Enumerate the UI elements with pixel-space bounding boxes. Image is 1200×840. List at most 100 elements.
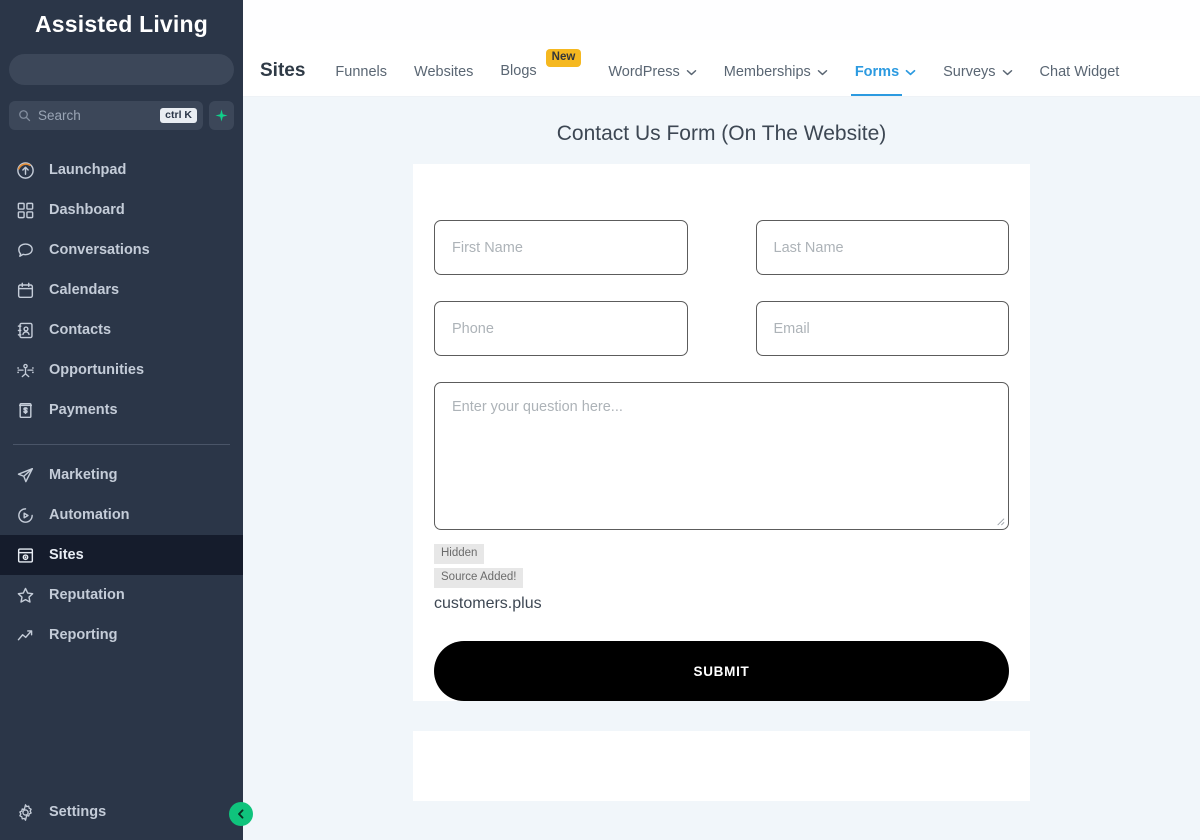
sidebar-search-row: Search ctrl K bbox=[9, 101, 234, 131]
sidebar-item-label: Reporting bbox=[49, 627, 118, 644]
form-row-name: First Name Last Name bbox=[434, 220, 1009, 275]
reporting-icon bbox=[17, 629, 33, 640]
form-panel-secondary bbox=[413, 731, 1030, 802]
search-input[interactable]: Search ctrl K bbox=[9, 101, 203, 131]
chevron-left-icon bbox=[238, 809, 244, 819]
spark-icon bbox=[215, 109, 228, 122]
sidebar-item-label: Calendars bbox=[49, 282, 120, 299]
tab-wordpress[interactable]: WordPress bbox=[608, 64, 697, 96]
tab-label: Memberships bbox=[723, 64, 811, 80]
reputation-icon bbox=[17, 587, 34, 603]
tab-memberships[interactable]: Memberships bbox=[724, 64, 828, 96]
phone-input[interactable]: Phone bbox=[434, 301, 688, 356]
sidebar-item-marketing[interactable]: Marketing bbox=[0, 455, 243, 495]
tab-chat-widget[interactable]: Chat Widget bbox=[1040, 64, 1120, 96]
new-badge: New bbox=[545, 49, 582, 67]
hidden-field-value: customers.plus bbox=[434, 595, 542, 613]
top-strip bbox=[243, 0, 1200, 40]
sidebar-item-label: Marketing bbox=[49, 467, 118, 484]
tab-websites[interactable]: Websites bbox=[414, 64, 473, 96]
sidebar-divider bbox=[13, 444, 230, 446]
resize-handle-icon[interactable] bbox=[994, 515, 1005, 526]
form-row-contact: Phone Email bbox=[434, 301, 1009, 356]
sidebar-item-settings[interactable]: Settings bbox=[0, 792, 243, 832]
sidebar-item-launchpad[interactable]: Launchpad bbox=[0, 150, 243, 190]
payments-icon bbox=[19, 402, 32, 418]
launchpad-icon bbox=[17, 161, 34, 179]
top-navigation: Sites Funnels Websites Blogs New WordPre… bbox=[243, 40, 1200, 97]
tab-blogs[interactable]: Blogs New bbox=[500, 49, 582, 96]
sidebar-item-dashboard[interactable]: Dashboard bbox=[0, 190, 243, 230]
contacts-icon bbox=[17, 322, 33, 338]
sidebar-item-conversations[interactable]: Conversations bbox=[0, 230, 243, 270]
chevron-down-icon bbox=[1002, 69, 1012, 75]
sidebar-collapse-button[interactable] bbox=[229, 802, 253, 826]
main-area: Sites Funnels Websites Blogs New WordPre… bbox=[243, 0, 1200, 840]
form-preview-scroll[interactable]: Contact Us Form (On The Website) First N… bbox=[243, 97, 1200, 840]
sidebar-item-reputation[interactable]: Reputation bbox=[0, 575, 243, 615]
email-placeholder: Email bbox=[773, 320, 810, 337]
sidebar-item-payments[interactable]: Payments bbox=[0, 390, 243, 430]
app-root: Assisted Living Search ctrl K Launchpad … bbox=[0, 0, 1200, 840]
opportunities-icon bbox=[17, 363, 34, 377]
tab-label: Websites bbox=[414, 64, 474, 80]
sites-icon bbox=[17, 547, 34, 563]
sidebar-item-label: Automation bbox=[49, 507, 130, 524]
question-textarea[interactable]: Enter your question here... bbox=[434, 382, 1009, 530]
sidebar-item-calendars[interactable]: Calendars bbox=[0, 270, 243, 310]
tab-funnels[interactable]: Funnels bbox=[335, 64, 387, 96]
sidebar-item-label: Contacts bbox=[49, 322, 112, 339]
tab-forms[interactable]: Forms bbox=[850, 64, 916, 96]
sidebar-item-label: Sites bbox=[49, 547, 84, 564]
search-icon bbox=[19, 110, 31, 122]
sidebar-item-label: Settings bbox=[49, 804, 107, 820]
search-placeholder: Search bbox=[38, 108, 81, 124]
conversations-icon bbox=[18, 242, 33, 257]
sidebar-item-automation[interactable]: Automation bbox=[0, 495, 243, 535]
sidebar-item-opportunities[interactable]: Opportunities bbox=[0, 350, 243, 390]
last-name-placeholder: Last Name bbox=[773, 239, 844, 256]
sidebar-item-label: Payments bbox=[49, 402, 118, 419]
form-title: Contact Us Form (On The Website) bbox=[556, 122, 887, 145]
sidebar-item-label: Opportunities bbox=[49, 362, 145, 379]
chevron-down-icon bbox=[686, 69, 697, 75]
calendar-icon bbox=[17, 282, 34, 298]
tab-label: Blogs bbox=[500, 63, 537, 80]
page-title: Sites bbox=[260, 60, 306, 81]
sidebar-nav-secondary: Settings bbox=[0, 792, 243, 832]
tab-label: WordPress bbox=[608, 64, 680, 80]
marketing-icon bbox=[17, 467, 34, 482]
sidebar-item-reporting[interactable]: Reporting bbox=[0, 615, 243, 655]
last-name-input[interactable]: Last Name bbox=[755, 220, 1009, 275]
source-added-tag: Source Added! bbox=[434, 568, 524, 589]
sidebar-item-label: Dashboard bbox=[49, 202, 125, 219]
tab-label: Chat Widget bbox=[1039, 64, 1120, 80]
sidebar-item-label: Reputation bbox=[49, 587, 125, 604]
first-name-placeholder: First Name bbox=[452, 239, 523, 256]
account-selector[interactable] bbox=[9, 54, 234, 86]
phone-placeholder: Phone bbox=[452, 320, 494, 337]
form-panel: First Name Last Name Phone Email Enter y… bbox=[413, 164, 1030, 702]
panel-separator bbox=[243, 723, 1200, 732]
tab-surveys[interactable]: Surveys bbox=[943, 64, 1012, 96]
brand-title: Assisted Living bbox=[35, 11, 208, 37]
dashboard-icon bbox=[17, 202, 34, 218]
tab-label: Funnels bbox=[335, 64, 388, 80]
email-input[interactable]: Email bbox=[755, 301, 1009, 356]
chevron-down-icon bbox=[817, 69, 828, 75]
sidebar-item-label: Conversations bbox=[49, 242, 150, 259]
sidebar: Assisted Living Search ctrl K Launchpad … bbox=[0, 0, 243, 840]
submit-button[interactable]: SUBMIT bbox=[434, 641, 1009, 702]
question-placeholder: Enter your question here... bbox=[452, 399, 623, 415]
tab-label: Surveys bbox=[943, 64, 996, 80]
sidebar-item-contacts[interactable]: Contacts bbox=[0, 310, 243, 350]
hidden-field-tags: Hidden bbox=[434, 544, 1009, 568]
chevron-down-icon bbox=[905, 69, 916, 75]
ai-spark-button[interactable] bbox=[209, 101, 234, 131]
first-name-input[interactable]: First Name bbox=[434, 220, 688, 275]
tab-label: Forms bbox=[854, 64, 900, 80]
automation-icon bbox=[18, 507, 33, 523]
sidebar-item-sites[interactable]: Sites bbox=[0, 535, 243, 576]
sidebar-nav-primary: Launchpad Dashboard Conversations Calend… bbox=[0, 150, 243, 655]
gear-icon bbox=[19, 803, 32, 821]
